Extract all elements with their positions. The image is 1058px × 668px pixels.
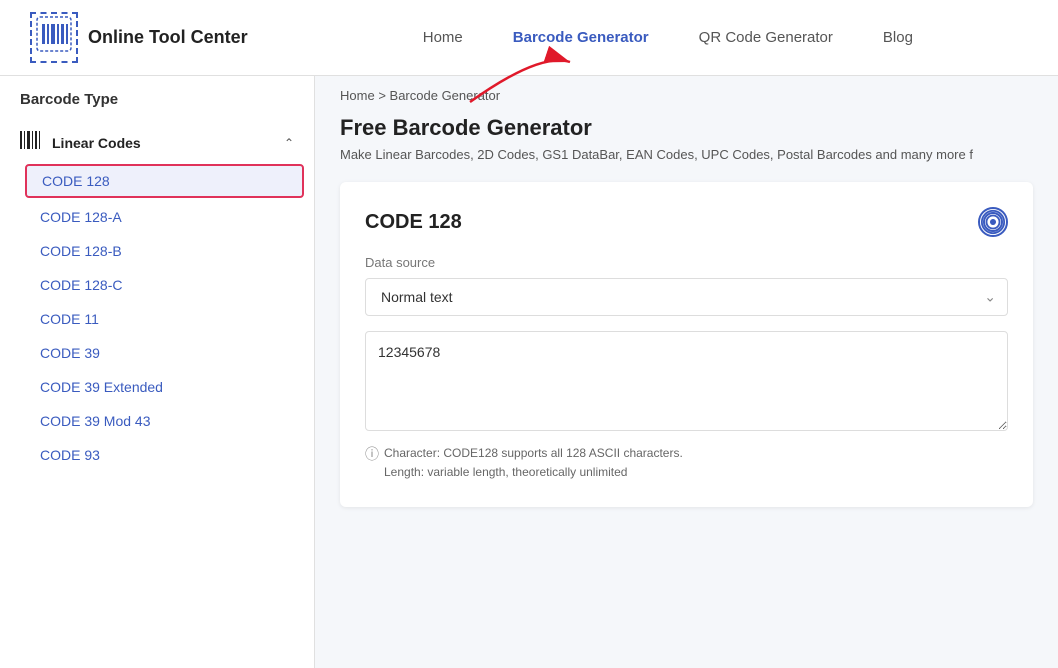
sidebar-item-code11[interactable]: CODE 11 <box>0 302 314 336</box>
page-subtitle: Make Linear Barcodes, 2D Codes, GS1 Data… <box>340 147 1033 162</box>
data-source-label: Data source <box>365 255 1008 270</box>
sidebar-item-code39[interactable]: CODE 39 <box>0 336 314 370</box>
sidebar-item-code128b[interactable]: CODE 128-B <box>0 234 314 268</box>
sidebar-item-code39-mod43[interactable]: CODE 39 Mod 43 <box>0 404 314 438</box>
sidebar-items-list: CODE 128 CODE 128-A CODE 128-B CODE 128-… <box>0 164 314 472</box>
main-content: Home > Barcode Generator Free Barcode Ge… <box>315 76 1058 668</box>
breadcrumb-current: Barcode Generator <box>390 88 501 103</box>
nav-blog[interactable]: Blog <box>883 29 913 46</box>
hint-text: ⓘ Character: CODE128 supports all 128 AS… <box>365 444 1008 482</box>
generator-card: CODE 128 Data source Normal text CSV <box>340 182 1033 507</box>
hint-lines: Character: CODE128 supports all 128 ASCI… <box>384 444 683 482</box>
main-layout: Barcode Type Linear Codes ⌃ <box>0 76 1058 668</box>
chevron-up-icon: ⌃ <box>284 136 294 150</box>
linear-codes-label: Linear Codes <box>52 135 141 151</box>
data-source-select[interactable]: Normal text CSV Database <box>365 278 1008 316</box>
site-title: Online Tool Center <box>88 27 248 48</box>
sidebar-item-code128[interactable]: CODE 128 <box>25 164 304 198</box>
breadcrumb-home[interactable]: Home <box>340 88 375 103</box>
generator-card-header: CODE 128 <box>365 207 1008 237</box>
barcode-text-input[interactable]: 12345678 <box>365 331 1008 431</box>
generator-title: CODE 128 <box>365 211 462 234</box>
main-nav: Home Barcode Generator QR Code Generator… <box>308 29 1028 46</box>
nav-qr-code-generator[interactable]: QR Code Generator <box>699 29 833 46</box>
sidebar-item-code128a[interactable]: CODE 128-A <box>0 200 314 234</box>
hint-line2: Length: variable length, theoretically u… <box>384 465 627 479</box>
hint-line1: Character: CODE128 supports all 128 ASCI… <box>384 446 683 460</box>
nav-home[interactable]: Home <box>423 29 463 46</box>
target-icon[interactable] <box>978 207 1008 237</box>
select-wrapper: Normal text CSV Database ⌄ <box>365 278 1008 316</box>
sidebar: Barcode Type Linear Codes ⌃ <box>0 76 315 668</box>
section-header-left: Linear Codes <box>20 131 141 154</box>
linear-codes-section-header[interactable]: Linear Codes ⌃ <box>0 123 314 162</box>
page-title: Free Barcode Generator <box>340 115 1033 141</box>
sidebar-item-code39-extended[interactable]: CODE 39 Extended <box>0 370 314 404</box>
logo-area: Online Tool Center <box>30 12 248 63</box>
breadcrumb-separator: > <box>378 88 386 103</box>
header: Online Tool Center Home Barcode Generato… <box>0 0 1058 76</box>
sidebar-title: Barcode Type <box>0 91 314 123</box>
sidebar-item-code93[interactable]: CODE 93 <box>0 438 314 472</box>
logo-icon <box>30 12 78 63</box>
content-area: Free Barcode Generator Make Linear Barco… <box>315 115 1058 532</box>
breadcrumb: Home > Barcode Generator <box>315 76 1058 115</box>
barcode-icon <box>20 131 42 154</box>
nav-barcode-generator[interactable]: Barcode Generator <box>513 29 649 46</box>
info-icon: ⓘ <box>365 444 379 482</box>
sidebar-item-code128c[interactable]: CODE 128-C <box>0 268 314 302</box>
